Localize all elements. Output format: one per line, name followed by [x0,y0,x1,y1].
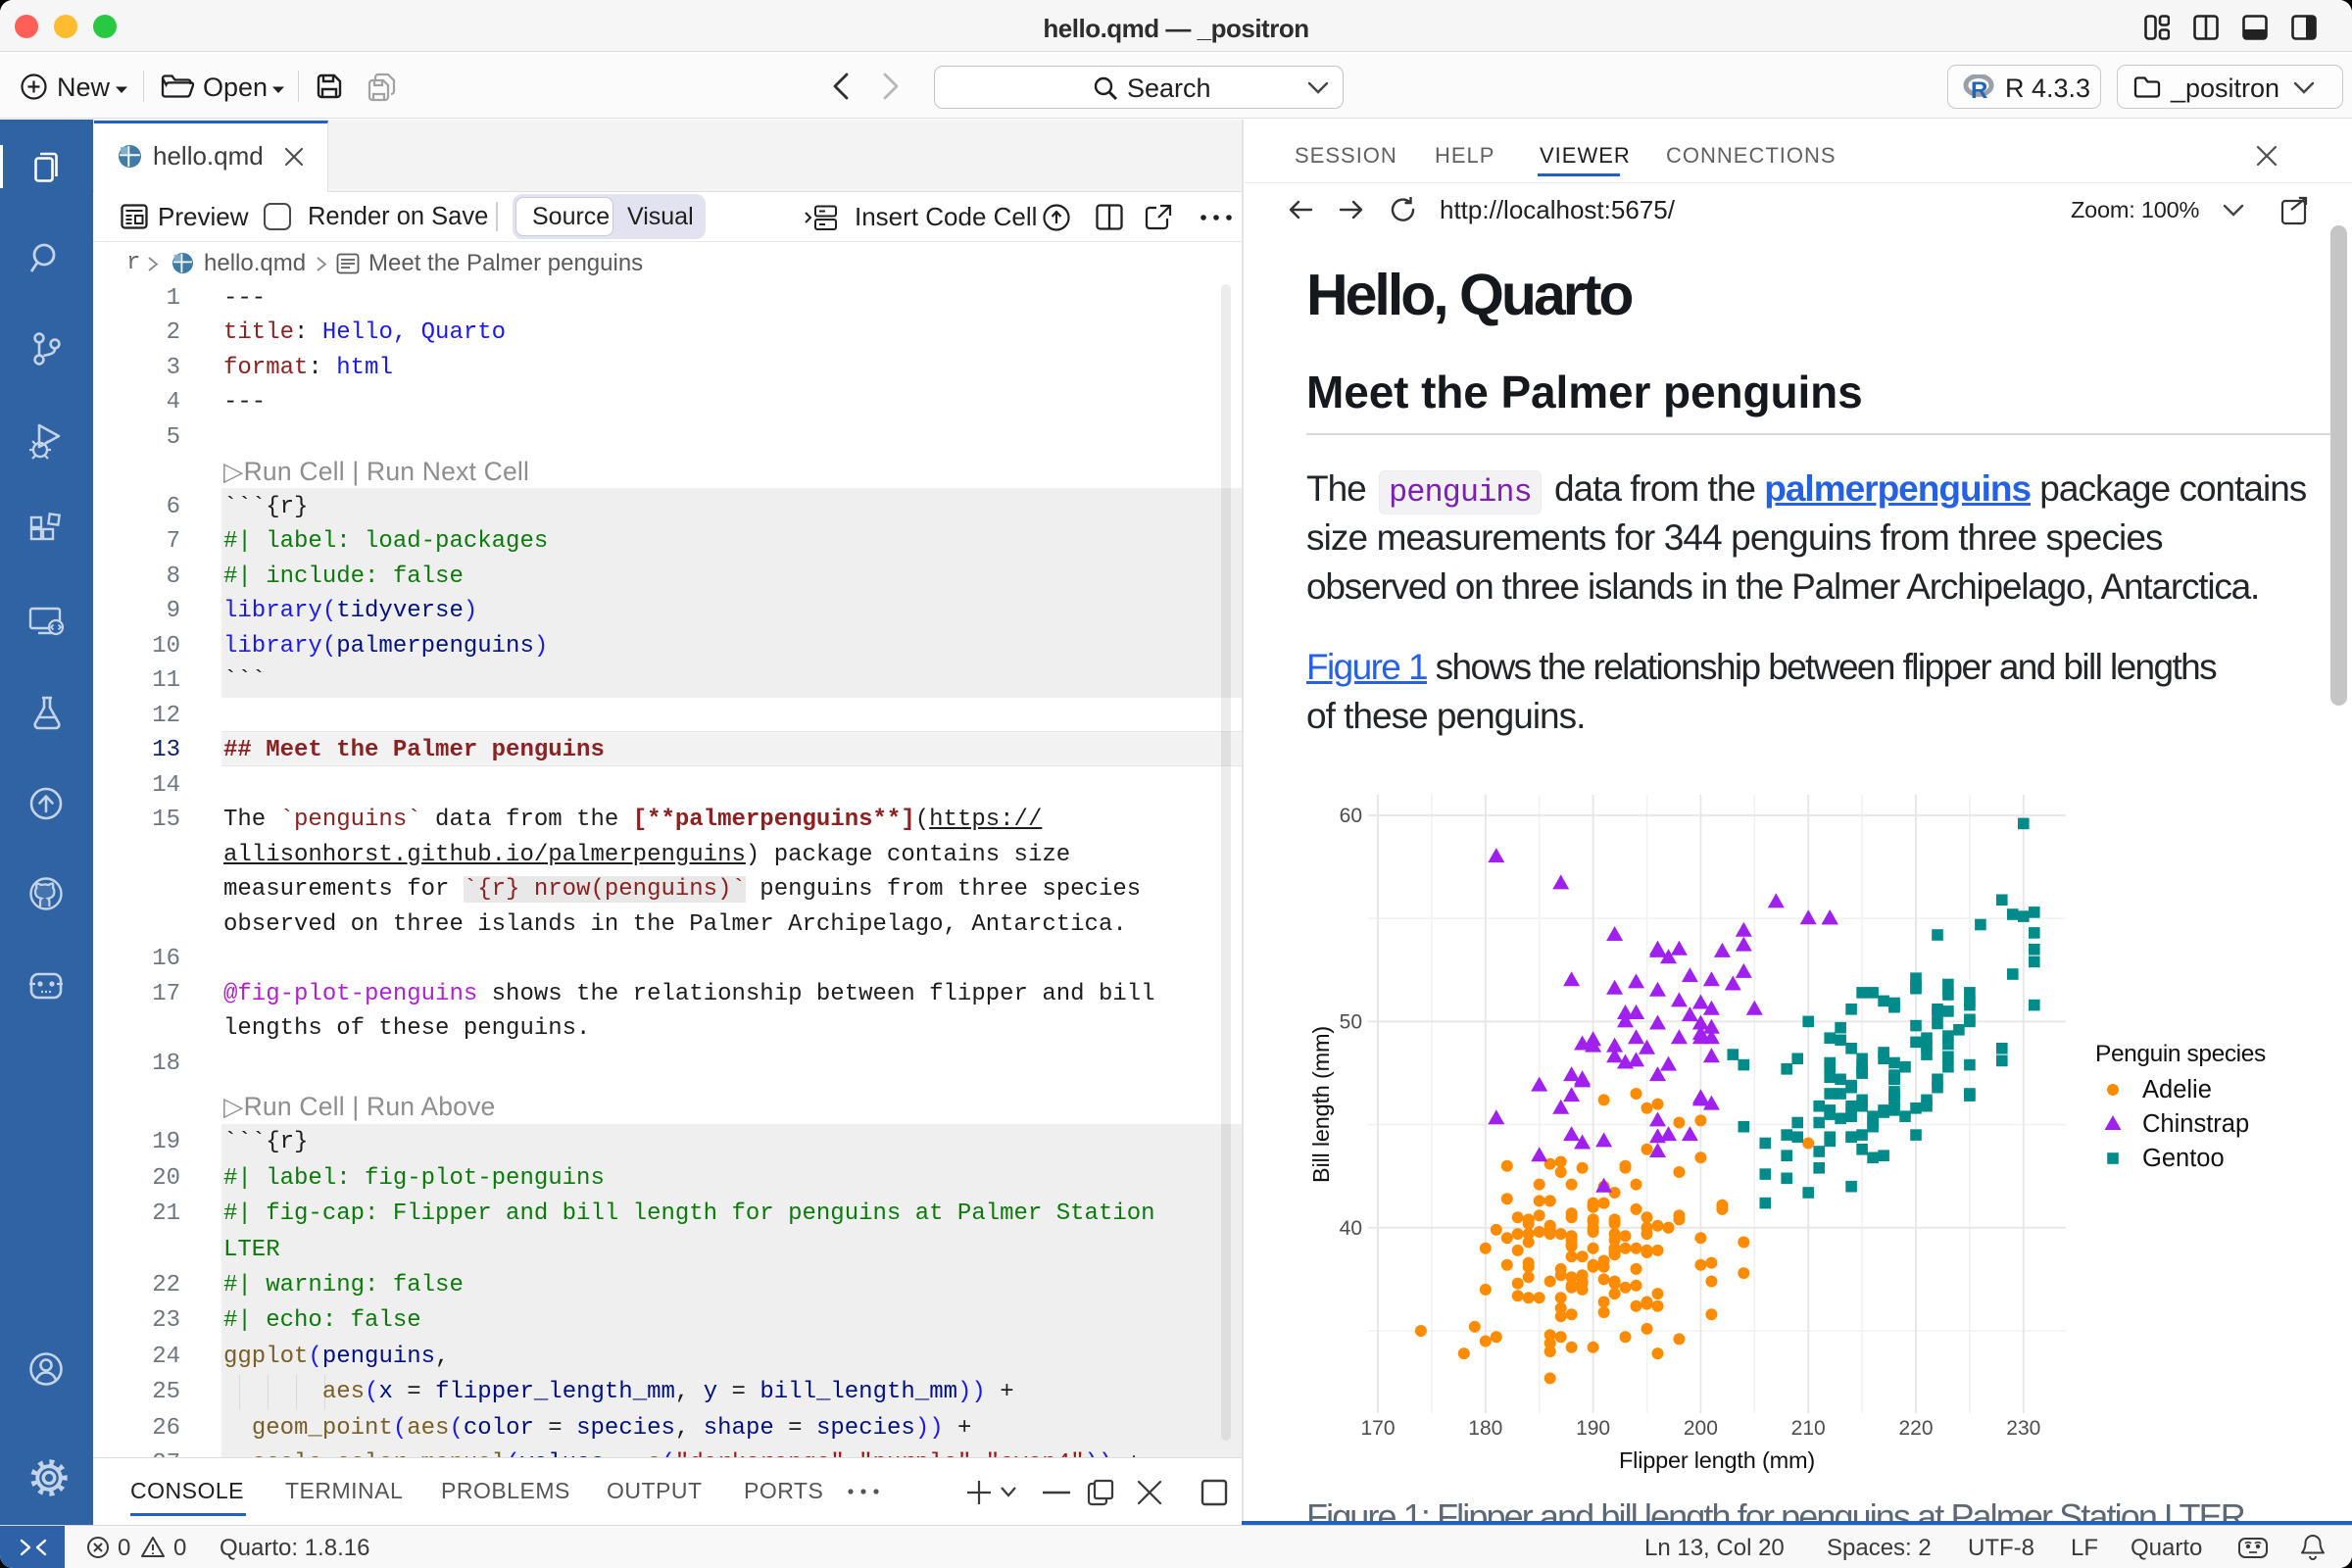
svg-text:Penguin species: Penguin species [2095,1041,2266,1067]
svg-text:Chinstrap: Chinstrap [2142,1110,2249,1138]
svg-text:190: 190 [1576,1417,1610,1440]
svg-text:Adelie: Adelie [2142,1076,2212,1103]
svg-text:230: 230 [2006,1417,2040,1440]
svg-text:50: 50 [1340,1010,1362,1033]
svg-text:Bill length (mm): Bill length (mm) [1308,1026,1334,1183]
svg-text:40: 40 [1340,1217,1362,1240]
svg-text:200: 200 [1684,1417,1718,1440]
svg-text:180: 180 [1468,1417,1502,1440]
svg-text:210: 210 [1791,1417,1826,1440]
svg-text:60: 60 [1340,805,1362,827]
svg-text:Gentoo: Gentoo [2142,1145,2225,1172]
svg-text:R: R [1971,77,1987,100]
svg-text:220: 220 [1898,1417,1933,1440]
svg-text:Flipper length (mm): Flipper length (mm) [1619,1447,1815,1473]
svg-text:170: 170 [1360,1417,1395,1440]
